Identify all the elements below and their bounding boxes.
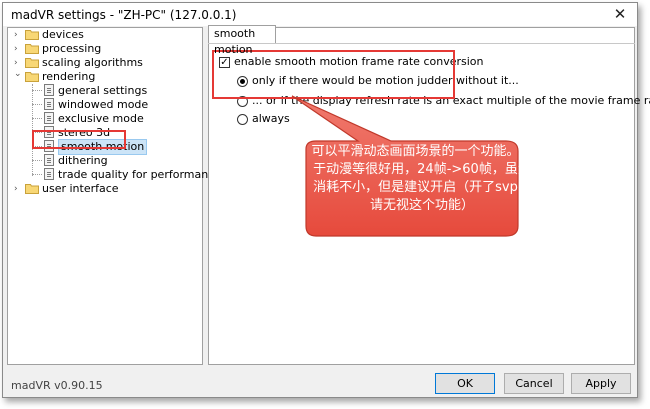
version-label: madVR v0.90.15 (11, 379, 103, 392)
apply-button[interactable]: Apply (571, 373, 631, 394)
settings-window: madVR settings - "ZH-PC" (127.0.0.1) ✕ ›… (2, 2, 650, 398)
cancel-button[interactable]: Cancel (504, 373, 564, 394)
ok-button[interactable]: OK (435, 373, 495, 394)
annotation-text: 可以平滑动态画面场景的一个功能。对于动漫等很好用，24帧->60帧，虽然消耗不小… (311, 144, 533, 213)
tab-smooth-motion[interactable]: smooth motion (208, 25, 276, 56)
